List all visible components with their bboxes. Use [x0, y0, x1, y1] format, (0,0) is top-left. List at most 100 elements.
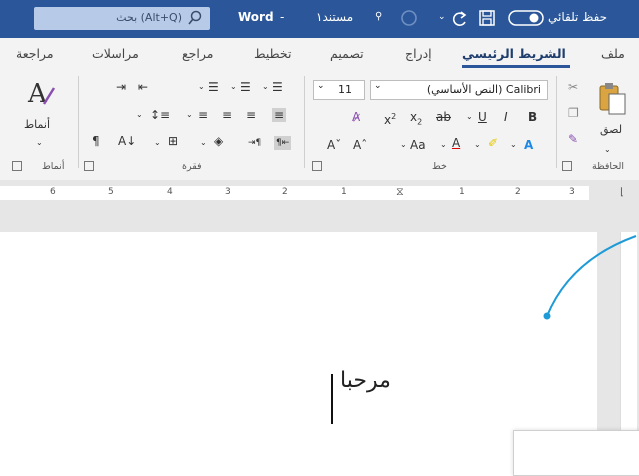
- ruler-number: 4: [167, 187, 173, 197]
- numbering-icon[interactable]: ☰: [240, 80, 251, 94]
- undo-icon[interactable]: [398, 8, 420, 32]
- font-launcher-icon[interactable]: [312, 161, 322, 171]
- format-painter-icon[interactable]: ✎: [568, 132, 578, 146]
- multilevel-list-icon[interactable]: ☰: [208, 80, 219, 94]
- strikethrough-icon[interactable]: ab: [436, 110, 451, 124]
- chevron-down-icon[interactable]: ⌄: [510, 138, 517, 152]
- chevron-down-icon[interactable]: ⌄: [474, 138, 481, 152]
- search-icon: [188, 10, 202, 30]
- qat-customize-icon[interactable]: ⚲: [375, 11, 382, 22]
- chevron-down-icon[interactable]: ⌄: [36, 136, 43, 150]
- paste-icon[interactable]: [596, 80, 628, 119]
- align-right-icon[interactable]: ≡: [272, 108, 287, 122]
- chevron-down-icon[interactable]: ⌄: [186, 108, 193, 122]
- underline-icon[interactable]: U: [478, 110, 487, 124]
- font-size-value: 11: [338, 83, 352, 96]
- justify-icon[interactable]: ≡: [198, 108, 208, 122]
- subscript-icon[interactable]: x2: [410, 110, 422, 129]
- tab-review[interactable]: مراجعة: [16, 46, 54, 61]
- styles-group-label: أنماط: [42, 161, 65, 172]
- ltr-direction-icon[interactable]: ⇥¶: [248, 136, 261, 150]
- ruler-number: 3: [569, 187, 575, 197]
- callout-arc: [543, 235, 637, 320]
- document-title: مستند١: [316, 10, 354, 24]
- shading-icon[interactable]: ◈: [214, 134, 223, 148]
- ruler-number: 2: [515, 187, 521, 197]
- font-size-box[interactable]: 11 ⌄: [313, 80, 365, 100]
- indent-marker-icon[interactable]: ⧖: [396, 185, 404, 199]
- bold-icon[interactable]: B: [528, 110, 537, 124]
- increase-indent-icon[interactable]: ⇥: [116, 80, 126, 94]
- bullets-icon[interactable]: ☰: [272, 80, 283, 94]
- highlight-color-icon[interactable]: ✐: [488, 136, 498, 150]
- horizontal-ruler[interactable]: 3 2 1 1 2 3 4 5 6 ⧖: [0, 185, 589, 200]
- autosave-toggle[interactable]: [508, 8, 544, 32]
- ruler-number: 5: [108, 187, 114, 197]
- document-page[interactable]: [0, 232, 597, 474]
- tab-references[interactable]: مراجع: [182, 46, 213, 61]
- change-case-icon[interactable]: Aa: [410, 138, 426, 152]
- clipboard-launcher-icon[interactable]: [562, 161, 572, 171]
- font-group-label: خط: [432, 161, 447, 172]
- styles-label: أنماط: [24, 118, 51, 131]
- tab-mailings[interactable]: مراسلات: [92, 46, 139, 61]
- chevron-down-icon[interactable]: ⌄: [198, 80, 205, 94]
- ruler-number: 6: [50, 187, 56, 197]
- rtl-direction-icon[interactable]: ¶⇤: [274, 136, 292, 150]
- tab-selector-icon[interactable]: ⌊: [620, 187, 624, 198]
- paragraph-group-label: فقرة: [182, 161, 202, 172]
- align-left-icon[interactable]: ≡: [222, 108, 232, 122]
- chevron-down-icon[interactable]: ⌄: [438, 12, 446, 22]
- font-name-box[interactable]: (النص الأساسي) Calibri ⌄: [370, 80, 548, 100]
- show-marks-icon[interactable]: ¶: [92, 134, 100, 148]
- clipboard-group-label: الحافظة: [592, 161, 624, 172]
- borders-icon[interactable]: ⊞: [168, 134, 178, 148]
- styles-icon[interactable]: A: [26, 78, 56, 111]
- ruler-number: 2: [282, 187, 288, 197]
- redo-icon[interactable]: [450, 8, 470, 32]
- chevron-down-icon[interactable]: ⌄: [200, 136, 207, 150]
- copy-icon[interactable]: ❐: [568, 106, 579, 120]
- chevron-down-icon[interactable]: ⌄: [136, 108, 143, 122]
- align-center-icon[interactable]: ≡: [246, 108, 256, 122]
- search-box[interactable]: بحث (Alt+Q): [34, 7, 210, 30]
- cut-icon[interactable]: ✂: [568, 80, 578, 94]
- superscript-icon[interactable]: x2: [384, 110, 396, 127]
- chevron-down-icon[interactable]: ⌄: [466, 110, 473, 124]
- title-separator: -: [280, 10, 285, 24]
- grow-font-icon[interactable]: Aˆ: [353, 138, 367, 152]
- save-icon[interactable]: [478, 8, 496, 32]
- chevron-down-icon[interactable]: ⌄: [400, 138, 407, 152]
- app-name: Word: [238, 10, 274, 24]
- search-placeholder: بحث (Alt+Q): [116, 11, 182, 24]
- paragraph-launcher-icon[interactable]: [84, 161, 94, 171]
- tab-home[interactable]: الشريط الرئيسي: [462, 46, 566, 61]
- shrink-font-icon[interactable]: Aˇ: [327, 138, 341, 152]
- sort-icon[interactable]: A↓: [118, 134, 136, 148]
- chevron-down-icon: ⌄: [317, 81, 325, 91]
- chevron-down-icon[interactable]: ⌄: [440, 138, 447, 152]
- document-text[interactable]: مرحبا: [340, 368, 391, 393]
- italic-icon[interactable]: I: [504, 110, 508, 124]
- chevron-down-icon[interactable]: ⌄: [604, 143, 611, 157]
- text-cursor: [331, 374, 333, 424]
- clear-formatting-icon[interactable]: A̷: [352, 110, 360, 124]
- group-divider: [556, 76, 557, 168]
- text-effects-icon[interactable]: A: [524, 138, 533, 152]
- tab-design[interactable]: تصميم: [330, 46, 364, 61]
- font-color-icon[interactable]: A: [452, 136, 460, 150]
- styles-launcher-icon[interactable]: [12, 161, 22, 171]
- floating-panel[interactable]: [513, 430, 639, 476]
- ruler-number: 1: [341, 187, 347, 197]
- tab-file[interactable]: ملف: [601, 46, 625, 61]
- autosave-label: حفظ تلقائي: [548, 10, 608, 24]
- tab-insert[interactable]: إدراج: [405, 46, 432, 61]
- chevron-down-icon[interactable]: ⌄: [154, 136, 161, 150]
- chevron-down-icon[interactable]: ⌄: [230, 80, 237, 94]
- font-name-value: (النص الأساسي) Calibri: [426, 83, 541, 96]
- paste-label: لصق: [600, 123, 623, 136]
- line-spacing-icon[interactable]: ↕≡: [150, 108, 170, 122]
- chevron-down-icon[interactable]: ⌄: [262, 80, 269, 94]
- tab-layout[interactable]: تخطيط: [254, 46, 291, 61]
- decrease-indent-icon[interactable]: ⇤: [138, 80, 148, 94]
